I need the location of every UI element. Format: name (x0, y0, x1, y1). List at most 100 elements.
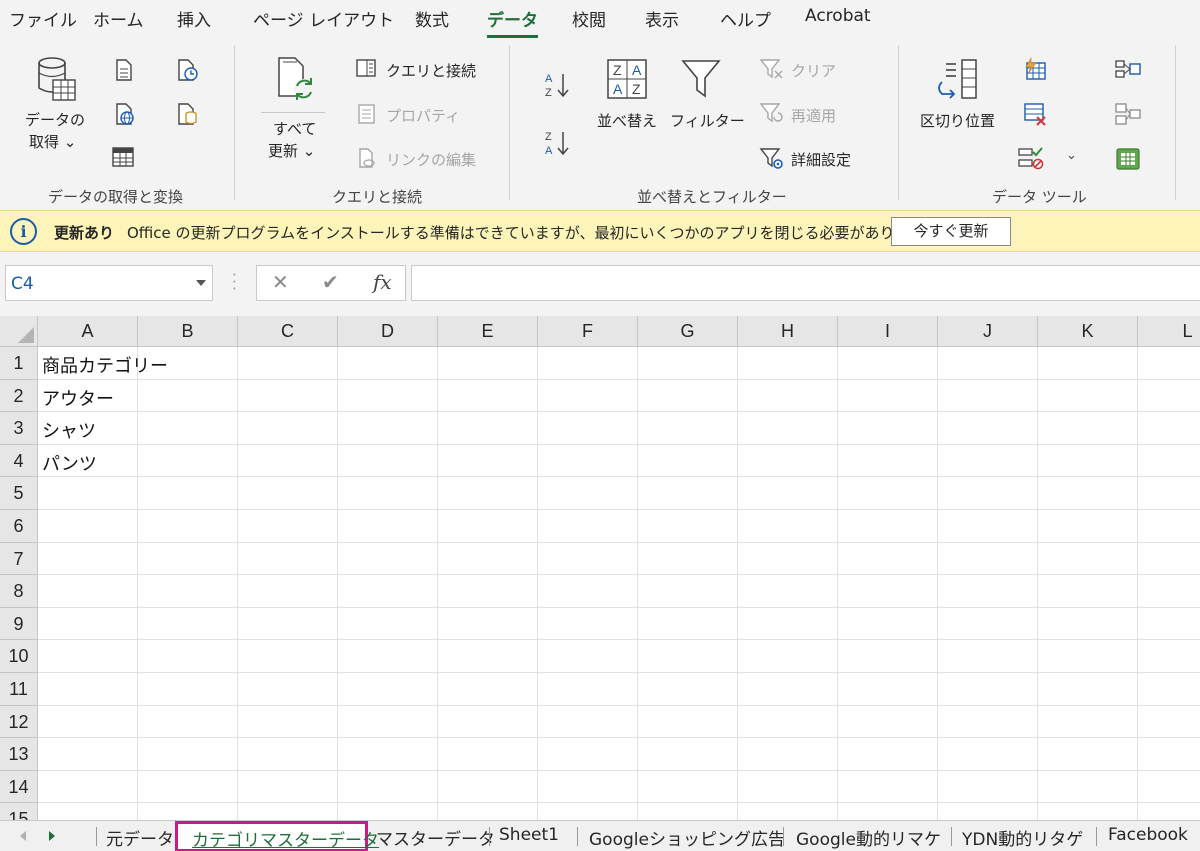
data-validation-dropdown-icon[interactable]: ⌄ (1066, 148, 1077, 163)
edit-links-button[interactable]: リンクの編集 (386, 149, 476, 170)
row-header[interactable]: 9 (0, 607, 38, 641)
row-header[interactable]: 6 (0, 510, 38, 543)
sort-descending-icon[interactable]: ZA (543, 128, 573, 162)
from-text-icon[interactable] (114, 58, 134, 86)
row-header[interactable]: 10 (0, 640, 38, 673)
worksheet-grid[interactable]: A B C D E F G H I J K L 1 2 3 4 5 6 7 8 9 10 11 12 13 14 15 商品カテゴリー… (0, 316, 1200, 820)
column-header[interactable]: E (438, 316, 538, 347)
sheet-tab-google-remarketing[interactable]: Google動的リマケ (796, 825, 941, 850)
clear-button[interactable]: クリア (791, 60, 836, 81)
from-table-icon[interactable] (111, 146, 135, 172)
row-header[interactable]: 15 (0, 803, 38, 820)
scroll-left-icon[interactable] (20, 831, 26, 841)
tab-data[interactable]: データ (487, 6, 538, 38)
data-validation-icon[interactable] (1017, 146, 1045, 174)
from-web-icon[interactable] (114, 102, 136, 130)
formula-input[interactable] (411, 265, 1200, 301)
sheet-tab-master-data[interactable]: マスターデータ (376, 825, 495, 850)
filter-icon[interactable] (681, 58, 721, 104)
sort-icon[interactable]: ZAAZ (606, 58, 648, 104)
row-header[interactable]: 3 (0, 412, 38, 445)
column-header[interactable]: K (1038, 316, 1138, 347)
remove-duplicates-icon[interactable] (1022, 101, 1048, 131)
tab-insert[interactable]: 挿入 (177, 6, 211, 31)
cell-a4[interactable]: パンツ (42, 450, 97, 476)
advanced-button[interactable]: 詳細設定 (791, 149, 851, 170)
reapply-button[interactable]: 再適用 (791, 105, 836, 126)
column-header[interactable]: J (938, 316, 1038, 347)
sheet-tab-ydn-retargeting[interactable]: YDN動的リタゲ (962, 825, 1083, 850)
formula-bar-grip-icon[interactable]: · · · (232, 268, 237, 297)
tab-review[interactable]: 校閲 (572, 6, 606, 31)
update-info-bar: i 更新あり Office の更新プログラムをインストールする準備はできています… (0, 210, 1200, 252)
tab-page-layout[interactable]: ページ レイアウト (253, 6, 394, 31)
column-header[interactable]: I (838, 316, 938, 347)
properties-button[interactable]: プロパティ (386, 105, 460, 126)
filter-button[interactable]: フィルター (670, 110, 745, 131)
row-header[interactable]: 12 (0, 705, 38, 739)
tab-file[interactable]: ファイル (9, 6, 77, 31)
column-header[interactable]: A (38, 316, 138, 347)
row-header[interactable]: 8 (0, 575, 38, 608)
sheet-tab-category-master[interactable]: カテゴリマスターデータ (175, 821, 379, 851)
cell-a1[interactable]: 商品カテゴリー (42, 352, 168, 378)
svg-text:Z: Z (545, 131, 552, 143)
name-box[interactable]: C4 (5, 265, 213, 301)
scroll-right-icon[interactable] (49, 831, 55, 841)
recent-sources-icon[interactable] (176, 58, 200, 86)
row-header[interactable]: 1 (0, 347, 38, 380)
update-now-button[interactable]: 今すぐ更新 (891, 217, 1011, 246)
sheet-tab-google-shopping[interactable]: Googleショッピング広告 (589, 825, 785, 850)
sheet-tab-facebook[interactable]: Facebook (1108, 825, 1188, 845)
grid-row-line (38, 639, 1200, 641)
row-header[interactable]: 7 (0, 542, 38, 576)
data-model-icon[interactable] (1114, 146, 1142, 176)
tab-separator (577, 827, 578, 846)
text-to-columns-button[interactable]: 区切り位置 (920, 110, 995, 131)
row-header[interactable]: 4 (0, 444, 38, 478)
group-label-data-tools: データ ツール (992, 188, 1087, 206)
tab-acrobat[interactable]: Acrobat (805, 6, 871, 26)
insert-function-icon[interactable]: fx (373, 270, 392, 294)
refresh-all-icon[interactable] (275, 56, 319, 108)
column-header[interactable]: L (1138, 316, 1200, 347)
flash-fill-icon[interactable] (1022, 56, 1048, 85)
sheet-tab-sheet1[interactable]: Sheet1 (499, 825, 559, 845)
tab-view[interactable]: 表示 (645, 6, 679, 31)
sort-ascending-icon[interactable]: AZ (543, 70, 573, 104)
row-header[interactable]: 11 (0, 673, 38, 706)
refresh-all-label-2[interactable]: 更新 ⌄ (268, 140, 315, 161)
queries-connections-button[interactable]: クエリと接続 (386, 60, 476, 81)
cell-a2[interactable]: アウター (42, 385, 114, 411)
tab-home[interactable]: ホーム (93, 6, 144, 31)
name-box-dropdown-icon[interactable] (196, 280, 206, 286)
tab-separator (489, 827, 490, 846)
grid-row-line (38, 769, 1200, 771)
cancel-icon[interactable]: ✕ (272, 270, 289, 294)
row-header[interactable]: 2 (0, 379, 38, 413)
column-header[interactable]: H (738, 316, 838, 347)
column-header[interactable]: F (538, 316, 638, 347)
get-data-button[interactable] (36, 56, 78, 108)
column-header[interactable]: G (638, 316, 738, 347)
column-header[interactable]: D (338, 316, 438, 347)
sort-button[interactable]: 並べ替え (597, 110, 657, 131)
row-header[interactable]: 5 (0, 477, 38, 510)
tab-help[interactable]: ヘルプ (720, 6, 771, 31)
cell-a3[interactable]: シャツ (42, 417, 96, 443)
refresh-all-label-1[interactable]: すべて (273, 118, 316, 139)
sheet-tab-bar: 元データ カテゴリマスターデータ マスターデータ Sheet1 Googleショ… (0, 820, 1200, 851)
column-header[interactable]: C (238, 316, 338, 347)
column-header[interactable]: B (138, 316, 238, 347)
text-to-columns-icon[interactable] (934, 58, 980, 106)
enter-icon[interactable]: ✔ (322, 270, 339, 294)
refresh-divider (261, 112, 325, 113)
tab-formulas[interactable]: 数式 (415, 6, 449, 31)
existing-connections-icon[interactable] (176, 102, 200, 130)
select-all-button[interactable] (0, 316, 38, 347)
consolidate-icon[interactable] (1114, 58, 1142, 84)
row-header[interactable]: 13 (0, 738, 38, 771)
sheet-tab-source-data[interactable]: 元データ (106, 825, 174, 850)
row-header[interactable]: 14 (0, 770, 38, 804)
relationships-icon[interactable] (1114, 102, 1142, 130)
